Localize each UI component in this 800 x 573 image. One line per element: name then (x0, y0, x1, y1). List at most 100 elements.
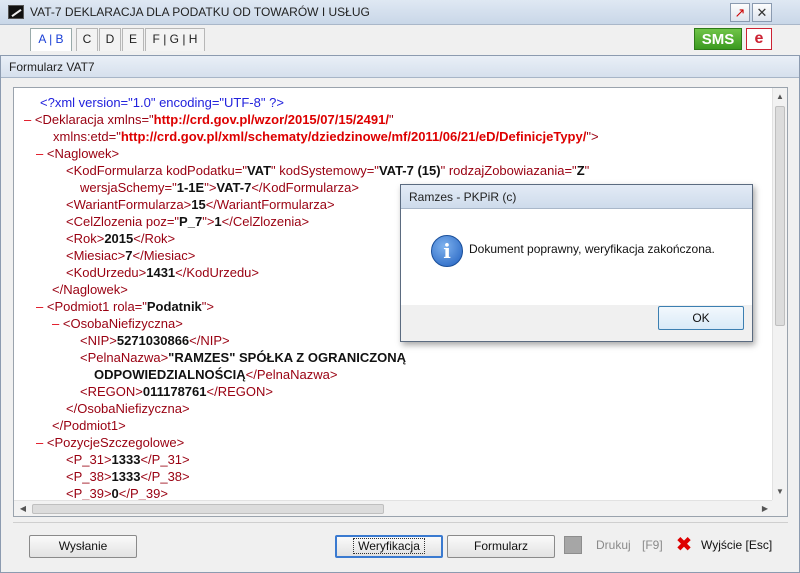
xml-line: – <OsobaNiefizyczna> (52, 315, 183, 332)
app-window: VAT-7 DEKLARACJA DLA PODATKU OD TOWARÓW … (0, 0, 800, 573)
xml-line: </OsobaNiefizyczna> (66, 400, 190, 417)
xml-attr: rola=" (113, 299, 147, 314)
xml-attr-value: VAT (246, 163, 272, 178)
xml-tag: <Deklaracja (34, 112, 104, 127)
xml-attr-value: P_7 (179, 214, 203, 229)
xml-attr: wersjaSchemy=" (80, 180, 177, 195)
xml-tag: <Rok> (66, 231, 105, 246)
xml-tag: </REGON> (206, 384, 273, 399)
exit-icon: ✖ (675, 534, 693, 556)
xml-line: <P_38>1333</P_38> (66, 468, 190, 485)
xml-tag: </OsobaNiefizyczna> (66, 401, 190, 416)
sms-button[interactable]: SMS (694, 28, 742, 50)
xml-line: <KodFormularza kodPodatku="VAT" kodSyste… (66, 162, 589, 179)
xml-attr: " (584, 163, 590, 178)
dialog-body: i Dokument poprawny, weryfikacja zakończ… (401, 209, 752, 305)
xml-line: xmlns:etd="http://crd.gov.pl/xml/schemat… (53, 128, 599, 145)
xml-line: </Naglowek> (52, 281, 128, 298)
xml-attr: " (388, 112, 394, 127)
xml-tag: <WariantFormularza> (66, 197, 192, 212)
collapse-toggle[interactable]: – (36, 435, 43, 450)
xml-tag: </Naglowek> (52, 282, 128, 297)
xml-attr: " (440, 163, 446, 178)
xml-text: 1333 (111, 469, 141, 484)
tab-e[interactable]: E (122, 28, 144, 51)
xml-text: 1431 (146, 265, 176, 280)
xml-attr: kodSystemowy=" (279, 163, 379, 178)
xml-tag: <NIP> (80, 333, 117, 348)
xml-line: <WariantFormularza>15</WariantFormularza… (66, 196, 335, 213)
xml-tag: </WariantFormularza> (205, 197, 335, 212)
collapse-toggle[interactable]: – (24, 112, 31, 127)
formularz-button[interactable]: Formularz (447, 535, 555, 558)
xml-text: VAT-7 (216, 180, 252, 195)
xml-text: "RAMZES" SPÓŁKA Z OGRANICZONĄ (168, 350, 407, 365)
xml-declaration: <?xml version="1.0" encoding="UTF-8" ?> (40, 95, 284, 110)
xml-attr: kodPodatku=" (166, 163, 247, 178)
xml-text: 1333 (111, 452, 141, 467)
scroll-corner (772, 500, 787, 516)
xml-line: </Podmiot1> (52, 417, 126, 434)
window-title: VAT-7 DEKLARACJA DLA PODATKU OD TOWARÓW … (30, 5, 370, 19)
scroll-up-icon[interactable]: ▲ (775, 92, 785, 102)
xml-attr-value: http://crd.gov.pl/xml/schematy/dziedzino… (120, 129, 587, 144)
xml-tag: </CelZlozenia> (221, 214, 310, 229)
xml-text: 011178761 (142, 384, 207, 399)
drukuj-button[interactable]: Drukuj [F9] (560, 535, 668, 558)
xml-text: 0 (111, 486, 119, 501)
print-icon (564, 536, 582, 554)
wyslanie-button[interactable]: Wysłanie (29, 535, 137, 558)
weryfikacja-button[interactable]: Weryfikacja (335, 535, 443, 558)
xml-line: – <Podmiot1 rola="Podatnik"> (36, 298, 214, 315)
xml-tag: <Podmiot1 (46, 299, 110, 314)
vertical-scroll-thumb[interactable] (775, 106, 785, 326)
xml-attr: xmlns:etd=" (53, 129, 121, 144)
e-declaration-icon[interactable]: e (746, 28, 772, 50)
scroll-down-icon[interactable]: ▼ (775, 487, 785, 497)
xml-tag: </PelnaNazwa> (245, 367, 338, 382)
ok-button[interactable]: OK (658, 306, 744, 330)
form-title-bar: Formularz VAT7 (1, 56, 799, 78)
xml-attr-value: Podatnik (146, 299, 202, 314)
xml-text: 5271030866 (116, 333, 190, 348)
app-icon (8, 5, 24, 19)
xml-tag: <P_39> (66, 486, 112, 501)
xml-attr: " (271, 163, 276, 178)
xml-tag: </KodUrzedu> (175, 265, 259, 280)
xml-tag: <P_38> (66, 469, 112, 484)
xml-attr: xmlns=" (107, 112, 154, 127)
form-title: Formularz VAT7 (9, 60, 95, 74)
tab-ab[interactable]: A | B (30, 28, 72, 51)
drukuj-label: Drukuj (596, 538, 631, 552)
scroll-left-icon[interactable]: ◀ (18, 504, 28, 514)
xml-tag: </NIP> (189, 333, 230, 348)
xml-attr-value: VAT-7 (15) (378, 163, 441, 178)
xml-line: <REGON>011178761</REGON> (80, 383, 273, 400)
xml-text: 2015 (104, 231, 134, 246)
collapse-toggle[interactable]: – (36, 299, 43, 314)
tab-fgh[interactable]: F | G | H (145, 28, 205, 51)
tabs-row: A | B C D E F | G | H SMS e (0, 25, 800, 53)
horizontal-scroll-thumb[interactable] (32, 504, 384, 514)
collapse-toggle[interactable]: – (36, 146, 43, 161)
xml-text: ODPOWIEDZIALNOŚCIĄ (94, 367, 246, 382)
xml-line: – <Deklaracja xmlns="http://crd.gov.pl/w… (24, 111, 394, 128)
horizontal-scrollbar[interactable]: ◀ ▶ (14, 500, 774, 516)
wyjscie-button[interactable]: ✖ Wyjście [Esc] (671, 535, 781, 558)
tab-c[interactable]: C (76, 28, 98, 51)
xml-tag: <PelnaNazwa> (80, 350, 169, 365)
collapse-toggle[interactable]: – (52, 316, 59, 331)
wyjscie-label: Wyjście [Esc] (701, 538, 773, 552)
dialog-message: Dokument poprawny, weryfikacja zakończon… (469, 242, 715, 256)
xml-tag: </KodFormularza> (251, 180, 360, 195)
close-icon[interactable]: ✕ (752, 3, 772, 22)
minimize-icon[interactable]: ↗ (730, 3, 750, 22)
xml-tag: </Rok> (133, 231, 176, 246)
xml-tag: <Miesiac> (66, 248, 126, 263)
scroll-right-icon[interactable]: ▶ (760, 504, 770, 514)
xml-attr-value: 1-1E (176, 180, 205, 195)
xml-text: 15 (191, 197, 206, 212)
tab-d[interactable]: D (99, 28, 121, 51)
vertical-scrollbar[interactable]: ▲ ▼ (772, 88, 787, 501)
xml-line: <PelnaNazwa>"RAMZES" SPÓŁKA Z OGRANICZON… (80, 349, 406, 366)
